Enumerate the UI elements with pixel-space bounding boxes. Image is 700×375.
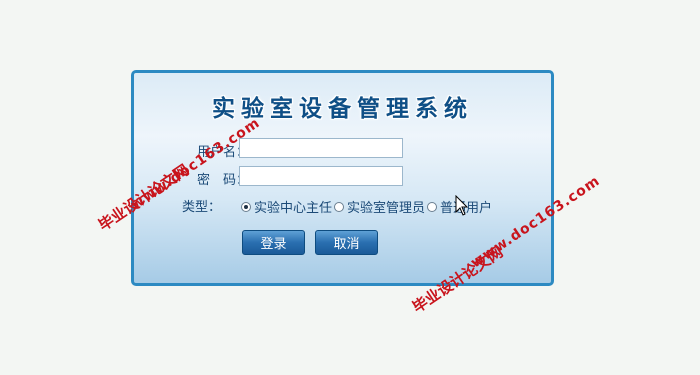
- username-input[interactable]: [239, 138, 403, 158]
- radio-button[interactable]: [427, 201, 438, 212]
- role-option-admin[interactable]: 实验室管理员: [334, 197, 425, 216]
- system-title: 实验室设备管理系统: [212, 95, 473, 122]
- radio-button[interactable]: [334, 201, 345, 212]
- mouse-cursor-icon: [455, 195, 469, 216]
- radio-button[interactable]: [241, 201, 251, 212]
- type-label: 类型：: [182, 200, 222, 215]
- cancel-button[interactable]: 取消: [315, 230, 378, 255]
- password-input[interactable]: [239, 166, 403, 186]
- role-label: 实验室管理员: [347, 201, 426, 216]
- login-button[interactable]: 登录: [242, 230, 305, 255]
- role-label: 实验中心主任: [254, 201, 333, 216]
- role-option-director[interactable]: 实验中心主任: [241, 197, 332, 216]
